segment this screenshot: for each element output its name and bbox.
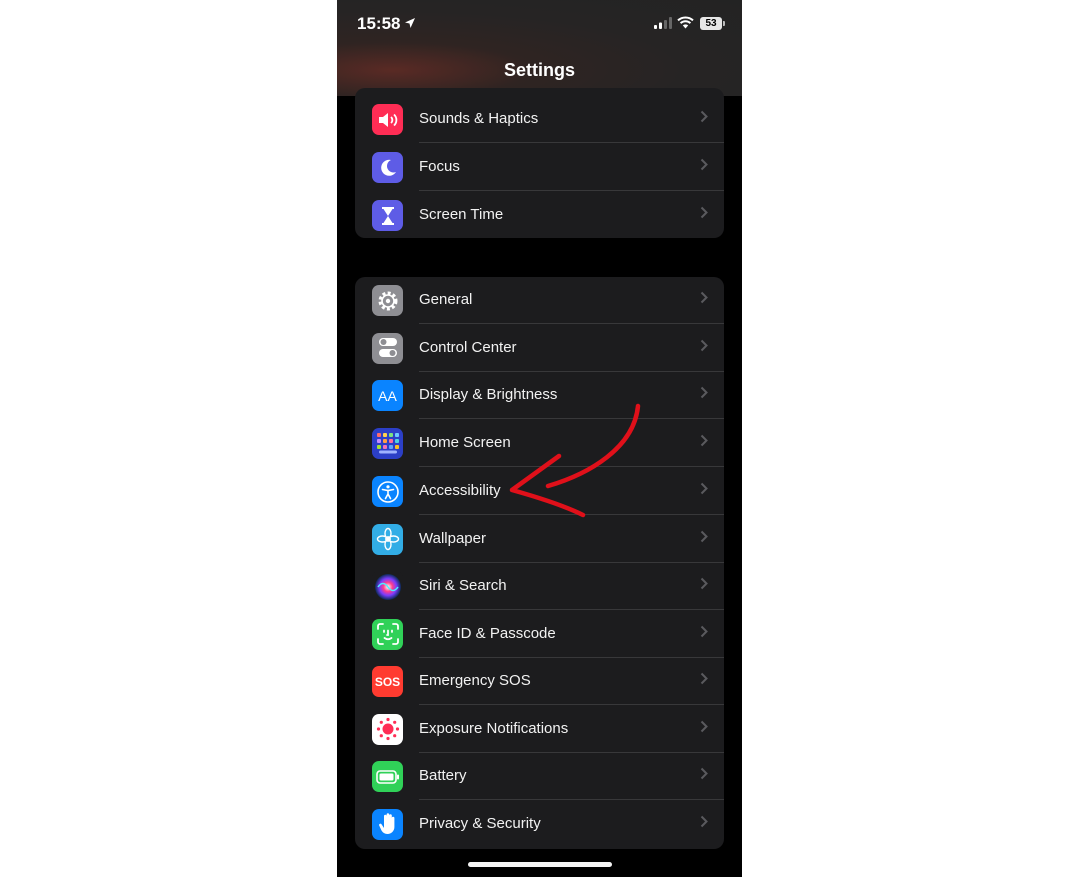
row-label: Privacy & Security [419, 814, 541, 832]
row-label: Siri & Search [419, 577, 507, 594]
row-accessibility[interactable]: Accessibility [355, 468, 724, 515]
gear-icon [372, 285, 403, 316]
row-label: Display & Brightness [419, 386, 558, 403]
divider [419, 465, 724, 467]
speaker-icon [372, 104, 403, 135]
chevron-right-icon [700, 206, 708, 219]
row-privacy-security[interactable]: Privacy & Security [355, 801, 724, 848]
row-focus[interactable]: Focus [355, 144, 724, 191]
chevron-right-icon [700, 339, 708, 351]
row-label: Accessibility [419, 482, 501, 499]
divider [419, 190, 724, 191]
face-id-icon [372, 618, 403, 650]
hourglass-icon [372, 200, 403, 231]
chevron-right-icon [700, 815, 708, 827]
row-exposure-notifications[interactable]: Exposure Notifications [355, 706, 724, 753]
chevron-right-icon [700, 767, 708, 780]
row-battery[interactable]: Battery [355, 753, 724, 800]
row-label: General [419, 291, 473, 308]
battery-icon [372, 761, 403, 792]
exposure-icon [372, 713, 403, 745]
row-control-center[interactable]: Control Center [355, 325, 724, 372]
row-face-id-passcode[interactable]: Face ID & Passcode [355, 611, 724, 658]
hand-icon [372, 808, 403, 840]
accessibility-icon [372, 476, 403, 507]
row-label: Focus [419, 158, 460, 175]
row-siri-search[interactable]: Siri & Search [355, 563, 724, 610]
row-home-screen[interactable]: Home Screen [355, 420, 724, 467]
chevron-right-icon [700, 530, 708, 542]
chevron-right-icon [700, 434, 708, 446]
toggles-icon [372, 332, 403, 364]
chevron-right-icon [700, 720, 708, 732]
row-label: Screen Time [419, 206, 504, 223]
chevron-right-icon [700, 291, 708, 304]
chevron-right-icon [700, 158, 708, 171]
row-label: Emergency SOS [419, 672, 531, 689]
siri-icon [372, 571, 403, 602]
divider [419, 142, 724, 143]
row-label: Battery [419, 767, 467, 784]
page-title: Settings [503, 60, 575, 80]
row-label: Sounds & Haptics [419, 110, 539, 127]
chevron-right-icon [700, 110, 708, 123]
chevron-right-icon [700, 577, 708, 590]
chevron-right-icon [700, 386, 708, 399]
row-general[interactable]: General [355, 277, 724, 324]
phone-screen: 15:58 53 Settings Sounds & Haptics Focus… [337, 0, 742, 877]
settings-group-2: General Control Center AA Display & Brig… [355, 277, 724, 849]
sos-icon: SOS [372, 666, 403, 697]
home-indicator[interactable] [468, 862, 612, 867]
row-label: Control Center [419, 338, 517, 356]
text-size-icon: AA [372, 380, 403, 411]
row-sounds-haptics[interactable]: Sounds & Haptics [355, 96, 724, 143]
row-label: Exposure Notifications [419, 719, 569, 737]
row-screen-time[interactable]: Screen Time [355, 192, 724, 238]
settings-group-1: Sounds & Haptics Focus Screen Time [355, 88, 724, 238]
row-label: Wallpaper [419, 529, 486, 547]
row-wallpaper[interactable]: Wallpaper [355, 516, 724, 563]
chevron-right-icon [700, 672, 708, 685]
row-display-brightness[interactable]: AA Display & Brightness [355, 372, 724, 419]
status-time: 15:58 [357, 14, 401, 33]
battery-indicator: 53 [700, 17, 725, 30]
row-emergency-sos[interactable]: SOS Emergency SOS [355, 658, 724, 705]
cellular-signal-icon [654, 17, 672, 29]
chevron-right-icon [700, 482, 708, 495]
app-grid-icon [372, 427, 403, 459]
row-label: Home Screen [419, 433, 511, 451]
location-arrow-icon [405, 18, 415, 28]
chevron-right-icon [700, 625, 708, 637]
row-label: Face ID & Passcode [419, 624, 556, 642]
moon-icon [372, 152, 403, 183]
status-bar: 15:58 53 Settings [337, 0, 742, 96]
flower-icon [372, 523, 403, 555]
wifi-icon [677, 16, 694, 29]
